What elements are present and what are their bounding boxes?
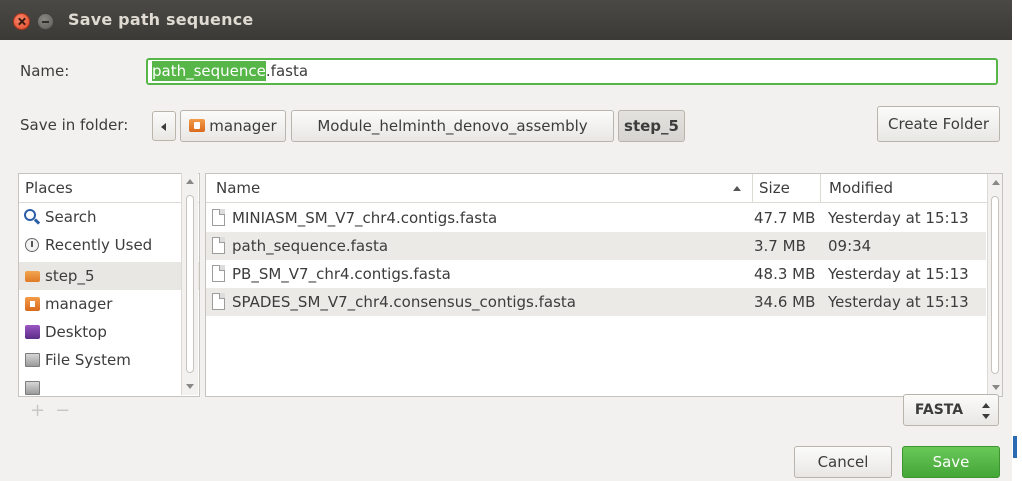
home-folder-icon [189, 119, 206, 132]
file-modified: 09:34 [828, 237, 872, 255]
sort-ascending-icon [733, 186, 741, 191]
cancel-button[interactable]: Cancel [794, 446, 892, 478]
breadcrumb-module[interactable]: Module_helminth_denovo_assembly [291, 110, 614, 142]
file-list-scroll-thumb[interactable] [991, 196, 999, 374]
save-dialog: Save path sequence Name: path_sequence.f… [0, 0, 1012, 481]
file-size: 47.7 MB [754, 209, 816, 227]
file-row[interactable]: SPADES_SM_V7_chr4.consensus_contigs.fast… [206, 288, 986, 316]
file-row[interactable]: path_sequence.fasta 3.7 MB 09:34 [206, 232, 986, 260]
window-title: Save path sequence [68, 10, 254, 29]
filename-selected-text: path_sequence [152, 61, 266, 81]
scroll-up-icon[interactable] [186, 179, 194, 184]
title-bar: Save path sequence [0, 0, 1012, 40]
scroll-down-icon[interactable] [992, 385, 1000, 390]
file-name: path_sequence.fasta [232, 237, 389, 255]
minimize-icon[interactable] [37, 13, 54, 30]
remove-bookmark-icon: − [55, 400, 81, 421]
file-size: 34.6 MB [754, 293, 816, 311]
places-scrollbar[interactable] [181, 173, 198, 395]
column-header-modified[interactable]: Modified [820, 174, 995, 202]
file-type-value: FASTA [914, 402, 964, 418]
file-name: SPADES_SM_V7_chr4.consensus_contigs.fast… [232, 293, 576, 311]
file-icon [212, 293, 225, 310]
places-item-partial[interactable] [19, 374, 199, 396]
file-row[interactable]: PB_SM_V7_chr4.contigs.fasta 48.3 MB Yest… [206, 260, 986, 288]
filename-input[interactable]: path_sequence.fasta [146, 58, 998, 85]
search-icon [24, 209, 36, 221]
breadcrumb-manager[interactable]: manager [180, 110, 286, 142]
places-item-desktop[interactable]: Desktop [19, 318, 199, 346]
add-remove-bookmark: +− [30, 400, 80, 421]
file-list-scrollbar[interactable] [987, 174, 1002, 396]
file-name: MINIASM_SM_V7_chr4.contigs.fasta [232, 209, 498, 227]
file-size: 48.3 MB [754, 265, 816, 283]
desktop-icon [25, 325, 40, 339]
file-row[interactable]: MINIASM_SM_V7_chr4.contigs.fasta 47.7 MB… [206, 204, 986, 232]
file-modified: Yesterday at 15:13 [828, 265, 969, 283]
places-header: Places [19, 174, 199, 203]
places-item-recently-used[interactable]: Recently Used [19, 231, 199, 259]
column-header-size[interactable]: Size [752, 174, 827, 202]
file-modified: Yesterday at 15:13 [828, 209, 969, 227]
breadcrumb-step5[interactable]: step_5 [618, 110, 685, 142]
file-icon [212, 237, 225, 254]
scroll-down-icon[interactable] [186, 384, 194, 389]
places-item-manager[interactable]: manager [19, 290, 199, 318]
name-label: Name: [20, 62, 70, 80]
add-bookmark-icon: + [30, 400, 56, 421]
places-scroll-thumb[interactable] [186, 195, 194, 373]
home-folder-icon [25, 297, 40, 311]
column-header-name[interactable]: Name [216, 174, 746, 202]
file-icon [212, 265, 225, 282]
file-name: PB_SM_V7_chr4.contigs.fasta [232, 265, 451, 283]
file-modified: Yesterday at 15:13 [828, 293, 969, 311]
file-size: 3.7 MB [754, 237, 806, 255]
file-list: Name Size Modified MINIASM_SM_V7_chr4.co… [205, 173, 1003, 397]
background-window-edge [1013, 436, 1017, 458]
save-in-folder-label: Save in folder: [20, 116, 129, 134]
file-list-header: Name Size Modified [206, 174, 1002, 203]
places-item-search[interactable]: Search [19, 203, 199, 231]
save-button[interactable]: Save [902, 446, 1000, 478]
drive-icon [25, 353, 40, 367]
file-type-filter[interactable]: FASTA [903, 394, 999, 426]
breadcrumb-back-button[interactable] [152, 111, 176, 141]
places-item-step5[interactable]: step_5 [19, 262, 199, 290]
drive-icon [25, 381, 40, 395]
places-panel: Places Search Recently Used step_5 manag… [18, 173, 200, 397]
background-edge [1012, 0, 1022, 481]
recent-icon [25, 238, 39, 252]
scroll-up-icon[interactable] [992, 180, 1000, 185]
create-folder-button[interactable]: Create Folder [877, 106, 1000, 142]
folder-icon [25, 271, 40, 282]
places-item-file-system[interactable]: File System [19, 346, 199, 374]
close-icon[interactable] [13, 13, 30, 30]
filename-extension: .fasta [265, 62, 309, 80]
updown-arrows-icon [982, 403, 990, 419]
file-icon [212, 209, 225, 226]
